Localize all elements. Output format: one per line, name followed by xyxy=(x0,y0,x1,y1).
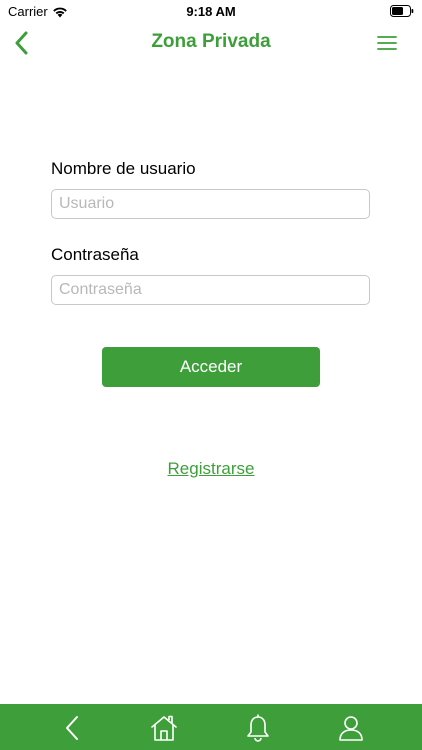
tab-profile[interactable] xyxy=(336,713,366,743)
navigation-bar: Zona Privada xyxy=(0,22,422,64)
register-link-container: Registrarse xyxy=(0,459,422,479)
password-input[interactable] xyxy=(51,275,370,305)
bell-icon xyxy=(247,714,269,742)
hamburger-menu-icon xyxy=(377,36,397,50)
menu-button[interactable] xyxy=(376,34,398,52)
register-link[interactable]: Registrarse xyxy=(168,459,255,478)
status-bar: Carrier 9:18 AM xyxy=(0,0,422,22)
bottom-tab-bar xyxy=(0,704,422,750)
home-icon xyxy=(151,715,177,741)
page-title: Zona Privada xyxy=(151,31,271,52)
status-time: 9:18 AM xyxy=(186,4,236,19)
password-label: Contraseña xyxy=(51,245,139,264)
tab-notifications[interactable] xyxy=(243,713,273,743)
back-arrow-icon xyxy=(66,716,78,740)
tab-back[interactable] xyxy=(57,713,87,743)
login-button[interactable]: Acceder xyxy=(102,347,320,387)
username-label: Nombre de usuario xyxy=(51,159,196,178)
username-input[interactable] xyxy=(51,189,370,219)
user-icon xyxy=(339,716,363,741)
battery-icon xyxy=(390,5,414,17)
tab-home[interactable] xyxy=(149,713,179,743)
